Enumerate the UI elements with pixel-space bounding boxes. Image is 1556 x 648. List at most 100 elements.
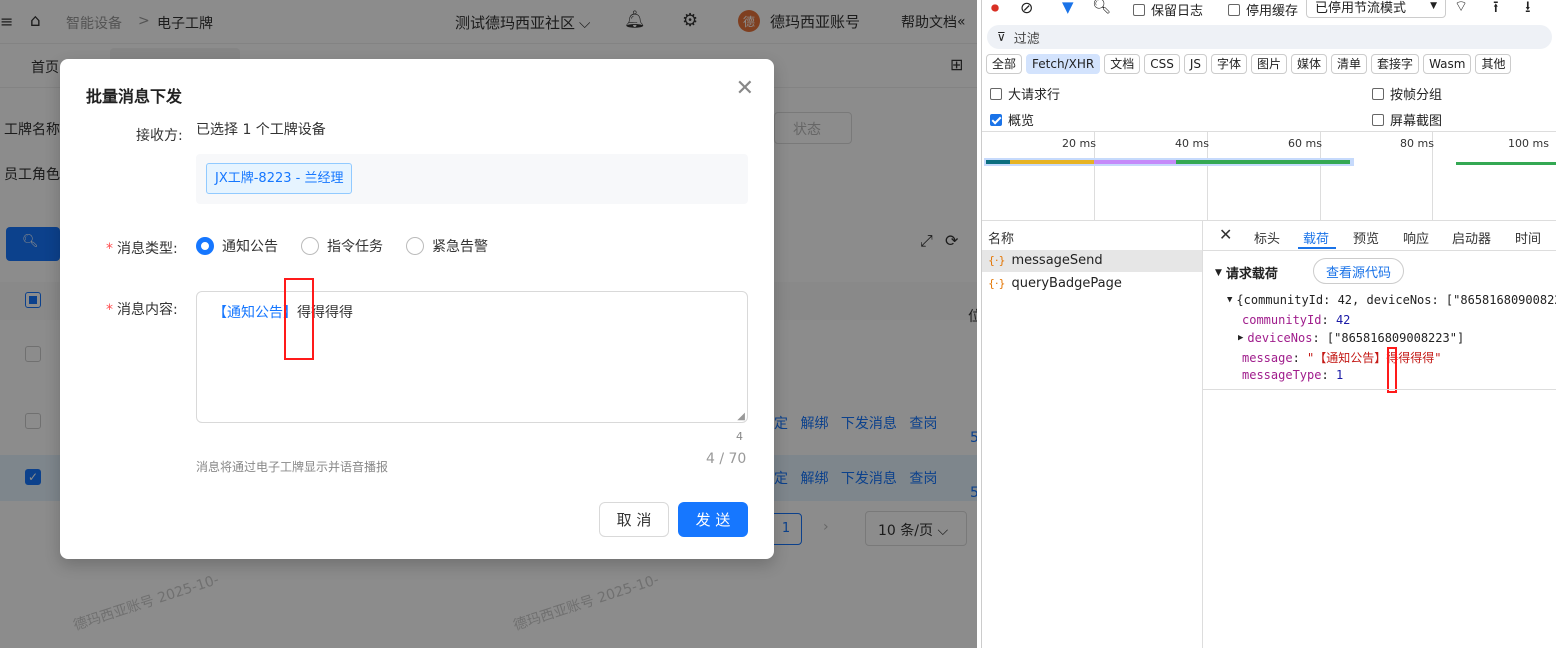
checkbox-box	[1133, 3, 1145, 16]
overview-label: 概览	[1008, 114, 1035, 129]
tab-timing[interactable]: 时间	[1515, 228, 1541, 247]
view-source-button[interactable]: 查看源代码	[1313, 258, 1405, 284]
payload-device-nos[interactable]: ▶ deviceNos: ["865816809008223"]	[1238, 331, 1464, 345]
payload-summary[interactable]: ▼ {communityId: 42, deviceNos: ["86581680…	[1227, 293, 1556, 307]
radio-circle	[301, 237, 319, 255]
clear-icon[interactable]: ⊘	[1020, 0, 1033, 17]
request-name: messageSend	[1011, 253, 1103, 268]
radio-command[interactable]: 指令任务	[301, 236, 383, 256]
send-button[interactable]: 发 送	[678, 502, 748, 537]
chip-all[interactable]: 全部	[986, 54, 1023, 74]
search-icon[interactable]: 🔍︎	[1092, 0, 1111, 15]
close-icon[interactable]: ✕	[736, 77, 754, 101]
record-stop-icon[interactable]: ⏺	[991, 0, 999, 18]
collapsed-triangle-icon: ▶	[1238, 333, 1244, 343]
devtools-panel: ⏺ ⊘ ▼ 🔍︎ 保留日志 停用缓存 已停用节流模式 ▼ ⌔ ⭱ ⭳ ⊽ 过滤 全部…	[981, 0, 1556, 648]
throttle-value: 已停用节流模式	[1315, 0, 1407, 16]
request-name: queryBadgePage	[1011, 276, 1122, 291]
timeline-label: 20 ms	[1062, 137, 1096, 150]
tab-response[interactable]: 响应	[1403, 228, 1429, 247]
message-content-label-text: 消息内容:	[117, 302, 178, 318]
dropdown-arrow-icon: ▼	[1430, 1, 1437, 11]
request-row-query-badge-page[interactable]: {·} queryBadgePage	[988, 276, 1122, 291]
payload-section-header[interactable]: ▼ 请求载荷	[1215, 263, 1278, 282]
highlight-box	[284, 278, 314, 360]
timeline-bar-download	[1176, 160, 1350, 164]
xhr-icon: {·}	[988, 277, 1006, 290]
required-mark: *	[106, 241, 113, 257]
receiver-box: JX工牌-8223 - 兰经理	[196, 154, 748, 204]
request-row-message-send[interactable]: {·} messageSend	[988, 253, 1103, 268]
receiver-text: 已选择 1 个工牌设备	[196, 122, 326, 138]
message-type-label: * 消息类型:	[106, 238, 178, 258]
payload-title: 请求载荷	[1225, 267, 1278, 282]
message-content-textarea[interactable]: 【通知公告】得得得得 ◢	[196, 291, 748, 423]
value: ["865816809008223"]	[1326, 331, 1465, 345]
checkbox-box-checked	[990, 113, 1002, 126]
chip-manifest[interactable]: 清单	[1331, 54, 1368, 74]
divider	[982, 131, 1556, 132]
chip-img[interactable]: 图片	[1251, 54, 1288, 74]
payload-message-type: messageType: 1	[1242, 368, 1344, 382]
download-icon[interactable]: ⭳	[1525, 0, 1531, 23]
close-details-icon[interactable]: ✕	[1219, 225, 1232, 244]
name-column-header[interactable]: 名称	[988, 228, 1014, 247]
disable-cache-checkbox[interactable]: 停用缓存	[1228, 0, 1298, 19]
chip-other[interactable]: 其他	[1475, 54, 1512, 74]
radio-notice[interactable]: 通知公告	[196, 236, 278, 256]
resize-handle-icon[interactable]: ◢	[737, 411, 745, 422]
chip-wasm[interactable]: Wasm	[1423, 54, 1472, 74]
char-counter: 4 / 70	[706, 451, 747, 467]
chip-socket[interactable]: 套接字	[1371, 54, 1420, 74]
value: 42	[1335, 313, 1351, 327]
radio-circle	[406, 237, 424, 255]
radio-alert[interactable]: 紧急告警	[406, 236, 488, 256]
payload-message: message: "【通知公告】得得得得"	[1242, 350, 1442, 366]
device-tag[interactable]: JX工牌-8223 - 兰经理	[206, 163, 353, 194]
filter-funnel-icon[interactable]: ▼	[1062, 0, 1074, 16]
receiver-label: 接收方:	[136, 128, 183, 144]
view-source-label: 查看源代码	[1326, 265, 1392, 281]
radio-label: 紧急告警	[432, 239, 488, 255]
filter-input[interactable]: ⊽ 过滤	[987, 25, 1552, 49]
split-divider[interactable]	[1202, 221, 1203, 648]
timeline-label: 40 ms	[1175, 137, 1209, 150]
overview-checkbox[interactable]: 概览	[990, 110, 1034, 129]
wifi-settings-icon[interactable]: ⌔	[1454, 0, 1468, 16]
expand-triangle-icon: ▼	[1227, 295, 1233, 305]
group-by-frame-checkbox[interactable]: 按帧分组	[1372, 84, 1442, 103]
chip-doc[interactable]: 文档	[1104, 54, 1141, 74]
chip-font[interactable]: 字体	[1210, 54, 1247, 74]
active-tab-indicator	[1298, 247, 1336, 249]
payload-summary-text: {communityId: 42, deviceNos: ["865816809…	[1236, 293, 1556, 307]
tab-initiator[interactable]: 启动器	[1452, 228, 1491, 247]
chip-css[interactable]: CSS	[1144, 54, 1180, 74]
tab-payload[interactable]: 载荷	[1303, 228, 1329, 247]
throttle-select[interactable]: 已停用节流模式 ▼	[1306, 0, 1446, 18]
timeline-label: 80 ms	[1400, 137, 1434, 150]
modal-title: 批量消息下发	[86, 87, 183, 106]
xhr-icon: {·}	[988, 254, 1006, 267]
tab-headers[interactable]: 标头	[1254, 228, 1280, 247]
char-count-small: 4	[736, 430, 743, 443]
chip-js[interactable]: JS	[1183, 54, 1207, 74]
cancel-button[interactable]: 取 消	[599, 502, 669, 537]
group-by-frame-label: 按帧分组	[1390, 88, 1443, 103]
key: message	[1242, 350, 1293, 365]
big-rows-checkbox[interactable]: 大请求行	[990, 84, 1060, 103]
payload-community-id: communityId: 42	[1242, 313, 1351, 327]
key: messageType	[1242, 368, 1322, 382]
preserve-log-label: 保留日志	[1151, 4, 1204, 19]
screenshots-checkbox[interactable]: 屏幕截图	[1372, 110, 1442, 129]
filter-placeholder: 过滤	[1013, 31, 1040, 47]
preserve-log-checkbox[interactable]: 保留日志	[1133, 0, 1203, 19]
batch-message-modal: 批量消息下发 ✕ 接收方: 已选择 1 个工牌设备 JX工牌-8223 - 兰经…	[60, 59, 774, 559]
highlight-box	[1387, 347, 1397, 393]
chip-fetch-xhr[interactable]: Fetch/XHR	[1026, 54, 1101, 74]
disable-cache-label: 停用缓存	[1246, 4, 1299, 19]
timeline-label: 100 ms	[1508, 137, 1549, 150]
radio-circle-checked	[196, 237, 214, 255]
chip-media[interactable]: 媒体	[1291, 54, 1328, 74]
tab-preview[interactable]: 预览	[1353, 228, 1379, 247]
upload-icon[interactable]: ⭱	[1493, 0, 1499, 23]
